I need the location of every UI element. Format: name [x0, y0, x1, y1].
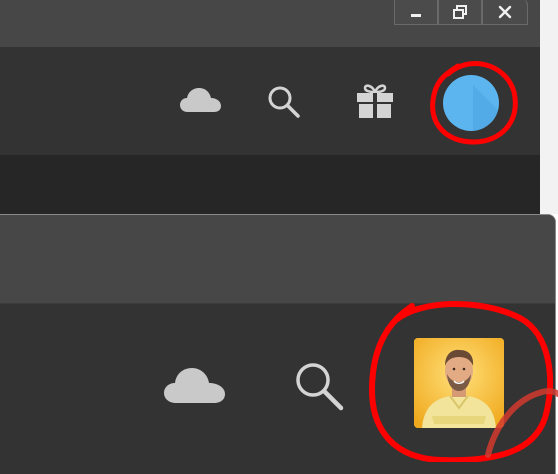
minimize-icon	[411, 13, 421, 17]
search-icon[interactable]	[267, 85, 301, 119]
avatar-placeholder-icon	[473, 85, 497, 131]
search-icon[interactable]	[293, 360, 345, 412]
close-button[interactable]	[482, 0, 528, 25]
bottom-window-titlebar	[0, 215, 555, 303]
window-controls	[394, 0, 534, 26]
restore-button[interactable]	[438, 0, 482, 25]
top-window-toolbar	[0, 47, 540, 155]
avatar-photo-icon	[414, 338, 504, 428]
cloud-icon[interactable]	[163, 365, 227, 405]
background-strip	[540, 0, 558, 214]
cloud-icon[interactable]	[179, 86, 223, 114]
divider	[0, 303, 555, 304]
user-avatar[interactable]	[443, 75, 499, 131]
close-icon	[498, 5, 512, 18]
user-avatar[interactable]	[414, 338, 504, 428]
top-window-content	[0, 155, 540, 214]
gift-icon[interactable]	[355, 83, 395, 119]
minimize-button[interactable]	[394, 0, 438, 25]
restore-icon	[453, 4, 467, 19]
